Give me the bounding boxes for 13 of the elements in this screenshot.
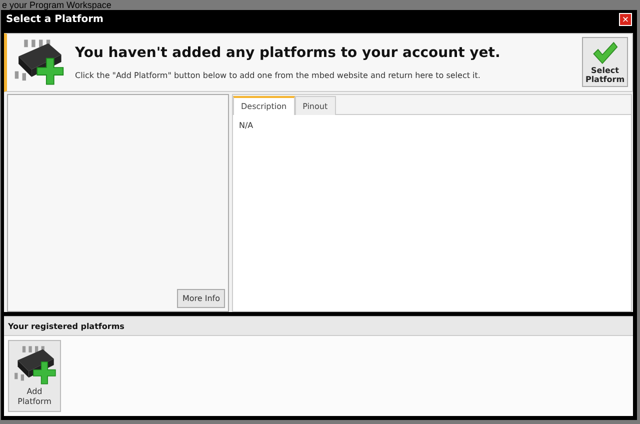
window-title: Select a Platform xyxy=(5,14,104,26)
tab[interactable]: Description xyxy=(233,96,295,116)
add-platform-button[interactable]: Add Platform xyxy=(8,340,61,412)
more-info-button[interactable]: More Info xyxy=(177,289,225,308)
background-title: e your Program Workspace xyxy=(1,0,112,10)
message: Click the "Add Platform" button below to add one from the mbed website and return here to select it. xyxy=(75,70,482,80)
tab[interactable]: Pinout xyxy=(294,96,336,116)
description-text: N/A xyxy=(239,121,254,130)
section-title: Your registered platforms xyxy=(8,322,124,331)
select-platform-button[interactable]: Select Platform xyxy=(582,37,628,88)
checkmark-icon xyxy=(592,41,618,66)
close-button[interactable]: × xyxy=(619,13,632,26)
heading: You haven't added any platforms to your account yet. xyxy=(75,44,502,61)
